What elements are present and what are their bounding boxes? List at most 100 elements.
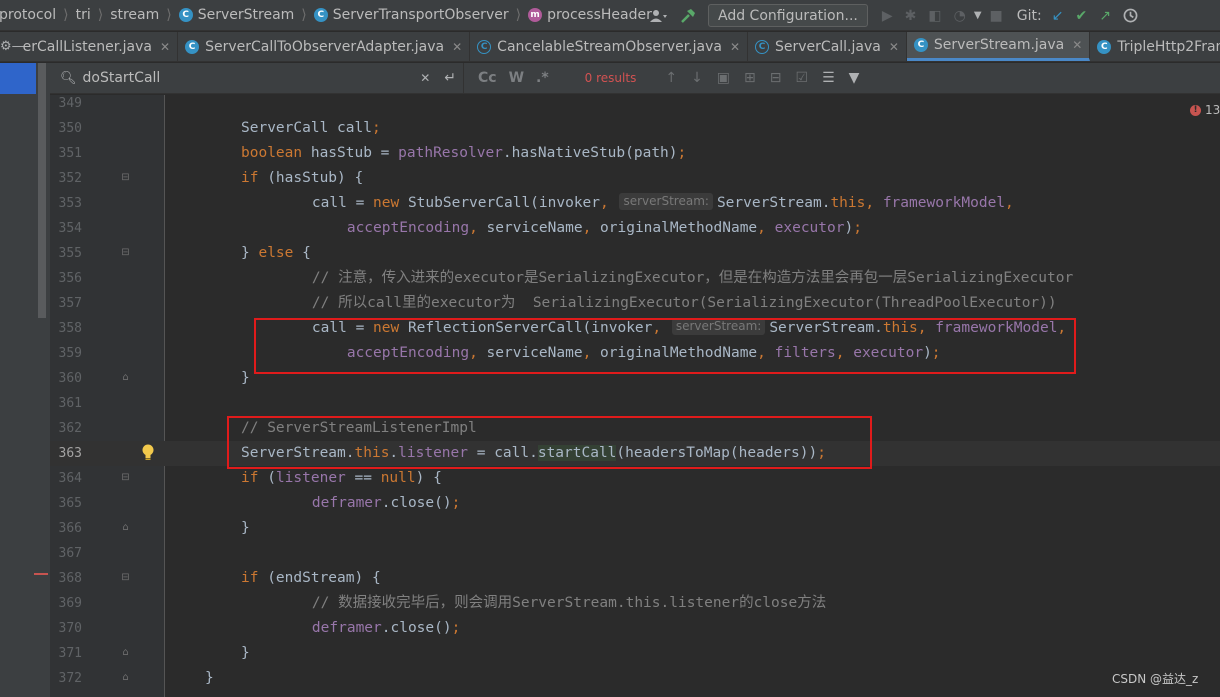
run-icon[interactable]: ▶ — [882, 8, 893, 24]
editor-tab[interactable]: C ServerStream.java ✕ — [906, 32, 1091, 61]
code-line[interactable]: 367 — [50, 541, 1220, 566]
line-number[interactable]: 353 — [50, 191, 82, 216]
line-number[interactable]: 364 — [50, 466, 82, 491]
git-commit-icon[interactable]: ✔ — [1075, 8, 1087, 24]
line-number[interactable]: 358 — [50, 316, 82, 341]
code-line[interactable]: 353 call = new StubServerCall(invoker, s… — [50, 191, 1220, 216]
profile-icon[interactable]: ◔ — [954, 8, 966, 24]
clear-icon[interactable]: ✕ — [420, 71, 430, 85]
editor-tab[interactable]: erCallListener.java ✕ — [23, 32, 179, 61]
lightbulb-icon[interactable] — [142, 444, 154, 462]
match-case-toggle[interactable]: Cc — [478, 70, 497, 86]
line-number[interactable]: 369 — [50, 591, 82, 616]
remove-occurrence-icon[interactable]: ⊟ — [770, 70, 782, 86]
find-input-container[interactable]: 🔍︎ doStartCall ✕ ↵ — [50, 63, 464, 93]
fold-marker-icon[interactable]: ⊟ — [120, 471, 131, 485]
editor-tab[interactable]: C CancelableStreamObserver.java ✕ — [470, 32, 749, 61]
breadcrumb-item[interactable]: stream ⟩ — [107, 0, 176, 30]
history-clock-icon[interactable] — [1123, 8, 1138, 23]
code-editor[interactable]: 349 350 ServerCall call; 351 boolean hasStub… — [50, 95, 1220, 697]
close-icon[interactable]: ✕ — [730, 40, 740, 54]
close-icon[interactable]: ✕ — [160, 40, 170, 54]
stop-icon[interactable]: ■ — [990, 8, 1003, 24]
debug-icon[interactable]: ✱ — [905, 8, 917, 24]
fold-marker-icon[interactable]: ⊟ — [120, 246, 131, 260]
code-line[interactable]: 354 acceptEncoding, serviceName, origina… — [50, 216, 1220, 241]
breadcrumb-item[interactable]: protocol ⟩ — [0, 0, 73, 30]
code-line[interactable]: 370 deframer.close(); — [50, 616, 1220, 641]
error-count-badge[interactable]: ! 13 — [1190, 103, 1220, 117]
line-number[interactable]: 357 — [50, 291, 82, 316]
line-number[interactable]: 350 — [50, 116, 82, 141]
code-line[interactable]: 364 ⊟ if (listener == null) { — [50, 466, 1220, 491]
code-line[interactable]: 352 ⊟ if (hasStub) { — [50, 166, 1220, 191]
code-line[interactable]: 371 ⌂} — [50, 641, 1220, 666]
line-number[interactable]: 355 — [50, 241, 82, 266]
git-update-icon[interactable]: ↙ — [1052, 8, 1064, 24]
breadcrumb-item[interactable]: tri ⟩ — [73, 0, 108, 30]
editor-tab[interactable]: C TripleHttp2Frame — [1090, 32, 1220, 61]
add-configuration-button[interactable]: Add Configuration... — [708, 4, 868, 27]
code-line[interactable]: 351 boolean hasStub = pathResolver.hasNat… — [50, 141, 1220, 166]
find-in-window-icon[interactable]: ▣ — [717, 70, 730, 86]
line-number[interactable]: 359 — [50, 341, 82, 366]
select-all-occurrences-icon[interactable]: ☑ — [796, 70, 809, 86]
fold-marker-icon[interactable]: ⊟ — [120, 171, 131, 185]
code-line[interactable]: 349 — [50, 95, 1220, 116]
whole-words-toggle[interactable]: W — [509, 70, 524, 86]
line-number[interactable]: 368 — [50, 566, 82, 591]
code-line[interactable]: 368 ⊟ if (endStream) { — [50, 566, 1220, 591]
line-number[interactable]: 351 — [50, 141, 82, 166]
close-icon[interactable]: ✕ — [452, 40, 462, 54]
line-number[interactable]: 370 — [50, 616, 82, 641]
gear-icon[interactable]: ⚙ — [0, 39, 12, 54]
editor-tab[interactable]: C ServerCallToObserverAdapter.java ✕ — [178, 32, 471, 61]
line-number[interactable]: 352 — [50, 166, 82, 191]
line-number[interactable]: 363 — [50, 441, 82, 466]
code-line[interactable]: 357 // 所以call里的executor为 SerializingExec… — [50, 291, 1220, 316]
add-occurrence-icon[interactable]: ⊞ — [744, 70, 756, 86]
fold-marker-icon[interactable]: ⊟ — [120, 571, 131, 585]
code-line[interactable]: 366 ⌂} — [50, 516, 1220, 541]
code-line[interactable]: 356 // 注意，传入进来的executor是SerializingExecu… — [50, 266, 1220, 291]
search-input[interactable]: doStartCall — [83, 70, 414, 86]
previous-occurrence-icon[interactable]: ↑ — [665, 70, 677, 86]
line-number[interactable]: 372 — [50, 666, 82, 691]
fold-marker-icon[interactable]: ⌂ — [120, 646, 131, 660]
git-push-icon[interactable]: ↗ — [1099, 8, 1111, 24]
regex-toggle[interactable]: .* — [536, 70, 549, 86]
code-line[interactable]: 369 // 数据接收完毕后，则会调用ServerStream.this.lis… — [50, 591, 1220, 616]
breadcrumb-item[interactable]: C ServerStream ⟩ — [176, 0, 311, 30]
line-number[interactable]: 360 — [50, 366, 82, 391]
close-icon[interactable]: ✕ — [1072, 38, 1082, 52]
new-line-icon[interactable]: ↵ — [444, 70, 456, 86]
line-number[interactable]: 366 — [50, 516, 82, 541]
line-number[interactable]: 361 — [50, 391, 82, 416]
chevron-down-icon[interactable]: ▼ — [974, 10, 982, 21]
project-scrollbar[interactable] — [38, 63, 46, 318]
line-number[interactable]: 356 — [50, 266, 82, 291]
line-number[interactable]: 365 — [50, 491, 82, 516]
user-icon[interactable] — [650, 9, 668, 23]
editor-tab[interactable]: C ServerCall.java ✕ — [748, 32, 907, 61]
line-number[interactable]: 362 — [50, 416, 82, 441]
code-line[interactable]: 350 ServerCall call; — [50, 116, 1220, 141]
breadcrumb-item[interactable]: C ServerTransportObserver ⟩ — [311, 0, 525, 30]
line-number[interactable]: 367 — [50, 541, 82, 566]
code-line[interactable]: 355 ⊟} else { — [50, 241, 1220, 266]
fold-marker-icon[interactable]: ⌂ — [120, 521, 131, 535]
filter-icon[interactable]: ▼ — [849, 70, 860, 86]
filter-options-icon[interactable]: ☰ — [822, 70, 835, 86]
build-hammer-icon[interactable] — [680, 8, 696, 24]
code-line[interactable]: 372 ⌂} — [50, 666, 1220, 691]
line-number[interactable]: 349 — [50, 95, 82, 116]
code-line[interactable]: 361 — [50, 391, 1220, 416]
search-icon[interactable]: 🔍︎ — [60, 71, 77, 86]
line-number[interactable]: 354 — [50, 216, 82, 241]
fold-marker-icon[interactable]: ⌂ — [120, 671, 131, 685]
line-number[interactable]: 371 — [50, 641, 82, 666]
breadcrumb-item[interactable]: m processHeader — [525, 0, 656, 30]
code-line[interactable]: 365 deframer.close(); — [50, 491, 1220, 516]
next-occurrence-icon[interactable]: ↓ — [691, 70, 703, 86]
fold-marker-icon[interactable]: ⌂ — [120, 371, 131, 385]
